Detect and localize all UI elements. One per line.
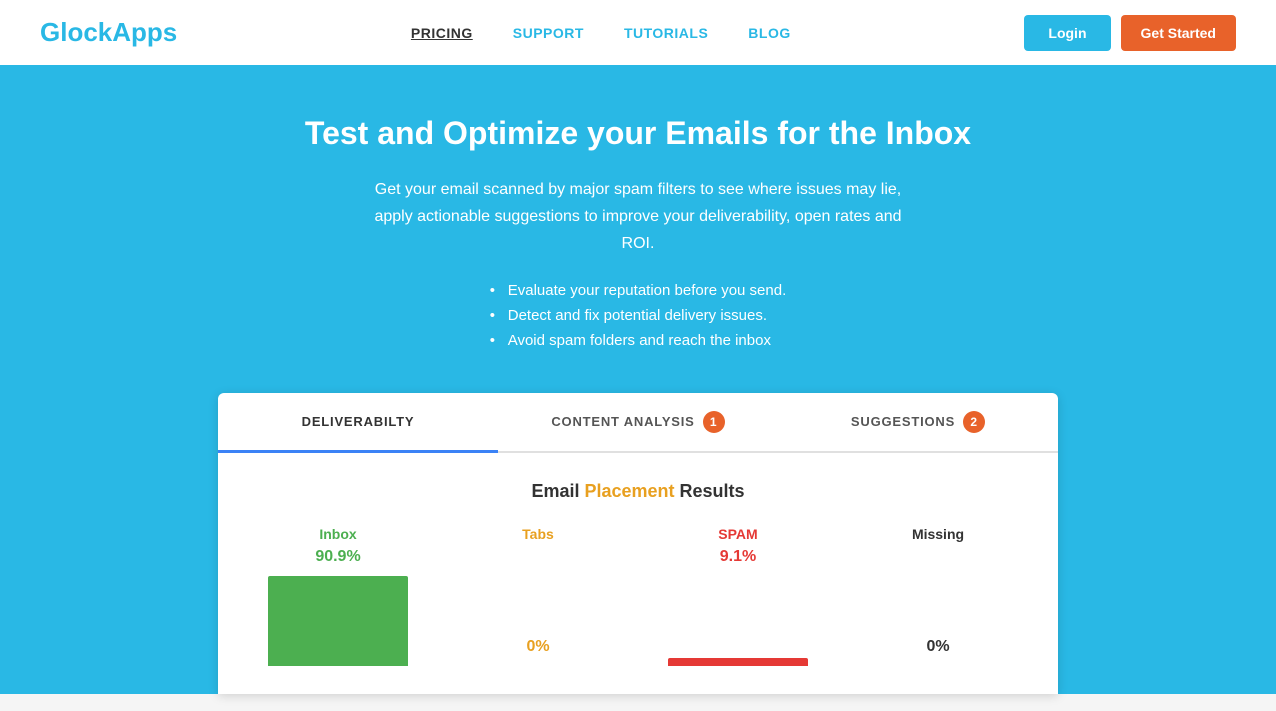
nav-pricing[interactable]: PRICING (411, 25, 473, 41)
placement-col-tabs: Tabs 0% (448, 526, 628, 666)
get-started-button[interactable]: Get Started (1121, 15, 1236, 51)
logo-cyan: Apps (112, 17, 177, 47)
tab-deliverability-label: DELIVERABILTY (302, 414, 415, 429)
header-buttons: Login Get Started (1024, 15, 1236, 51)
missing-bar-container (848, 548, 1028, 638)
placement-col-spam: SPAM 9.1% (648, 526, 828, 666)
inbox-bar (268, 576, 408, 666)
missing-pct: 0% (848, 638, 1028, 656)
results-title-orange: Placement (584, 481, 674, 501)
main-nav: PRICING SUPPORT TUTORIALS BLOG (411, 25, 791, 41)
tabs-bar-container (448, 548, 628, 638)
inbox-label: Inbox (248, 526, 428, 542)
tab-suggestions[interactable]: SUGGESTIONS 2 (778, 393, 1058, 451)
nav-blog[interactable]: BLOG (748, 25, 790, 41)
logo: GlockApps (40, 17, 177, 48)
hero-description: Get your email scanned by major spam fil… (368, 176, 908, 258)
inbox-pct: 90.9% (248, 548, 428, 566)
suggestions-badge: 2 (963, 411, 985, 433)
placement-col-missing: Missing 0% (848, 526, 1028, 666)
bullet-3: Avoid spam folders and reach the inbox (490, 332, 787, 349)
header: GlockApps PRICING SUPPORT TUTORIALS BLOG… (0, 0, 1276, 65)
tab-content-analysis-label: CONTENT ANALYSIS (551, 414, 694, 429)
tab-suggestions-label: SUGGESTIONS (851, 414, 955, 429)
logo-black: Glock (40, 17, 112, 47)
nav-support[interactable]: SUPPORT (513, 25, 584, 41)
placement-grid: Inbox 90.9% Tabs 0% SPAM (248, 526, 1028, 666)
spam-bar-container (648, 576, 828, 666)
hero-title: Test and Optimize your Emails for the In… (40, 115, 1236, 152)
bullet-2: Detect and fix potential delivery issues… (490, 307, 787, 324)
inbox-bar-container (248, 576, 428, 666)
hero-section: Test and Optimize your Emails for the In… (0, 65, 1276, 694)
spam-label: SPAM (648, 526, 828, 542)
login-button[interactable]: Login (1024, 15, 1110, 51)
main-card: DELIVERABILTY CONTENT ANALYSIS 1 SUGGEST… (218, 393, 1058, 694)
tabs-container: DELIVERABILTY CONTENT ANALYSIS 1 SUGGEST… (218, 393, 1058, 453)
spam-bar (668, 658, 808, 666)
hero-bullets: Evaluate your reputation before you send… (490, 282, 787, 357)
results-title: Email Placement Results (248, 481, 1028, 502)
missing-label: Missing (848, 526, 1028, 542)
card-wrapper: DELIVERABILTY CONTENT ANALYSIS 1 SUGGEST… (40, 393, 1236, 694)
spam-pct: 9.1% (648, 548, 828, 566)
placement-col-inbox: Inbox 90.9% (248, 526, 428, 666)
tab-content-analysis[interactable]: CONTENT ANALYSIS 1 (498, 393, 778, 451)
tabs-label: Tabs (448, 526, 628, 542)
content-analysis-badge: 1 (703, 411, 725, 433)
tabs-pct: 0% (448, 638, 628, 656)
bullet-1: Evaluate your reputation before you send… (490, 282, 787, 299)
tab-deliverability[interactable]: DELIVERABILTY (218, 393, 498, 453)
nav-tutorials[interactable]: TUTORIALS (624, 25, 708, 41)
card-body: Email Placement Results Inbox 90.9% Tabs (218, 453, 1058, 694)
